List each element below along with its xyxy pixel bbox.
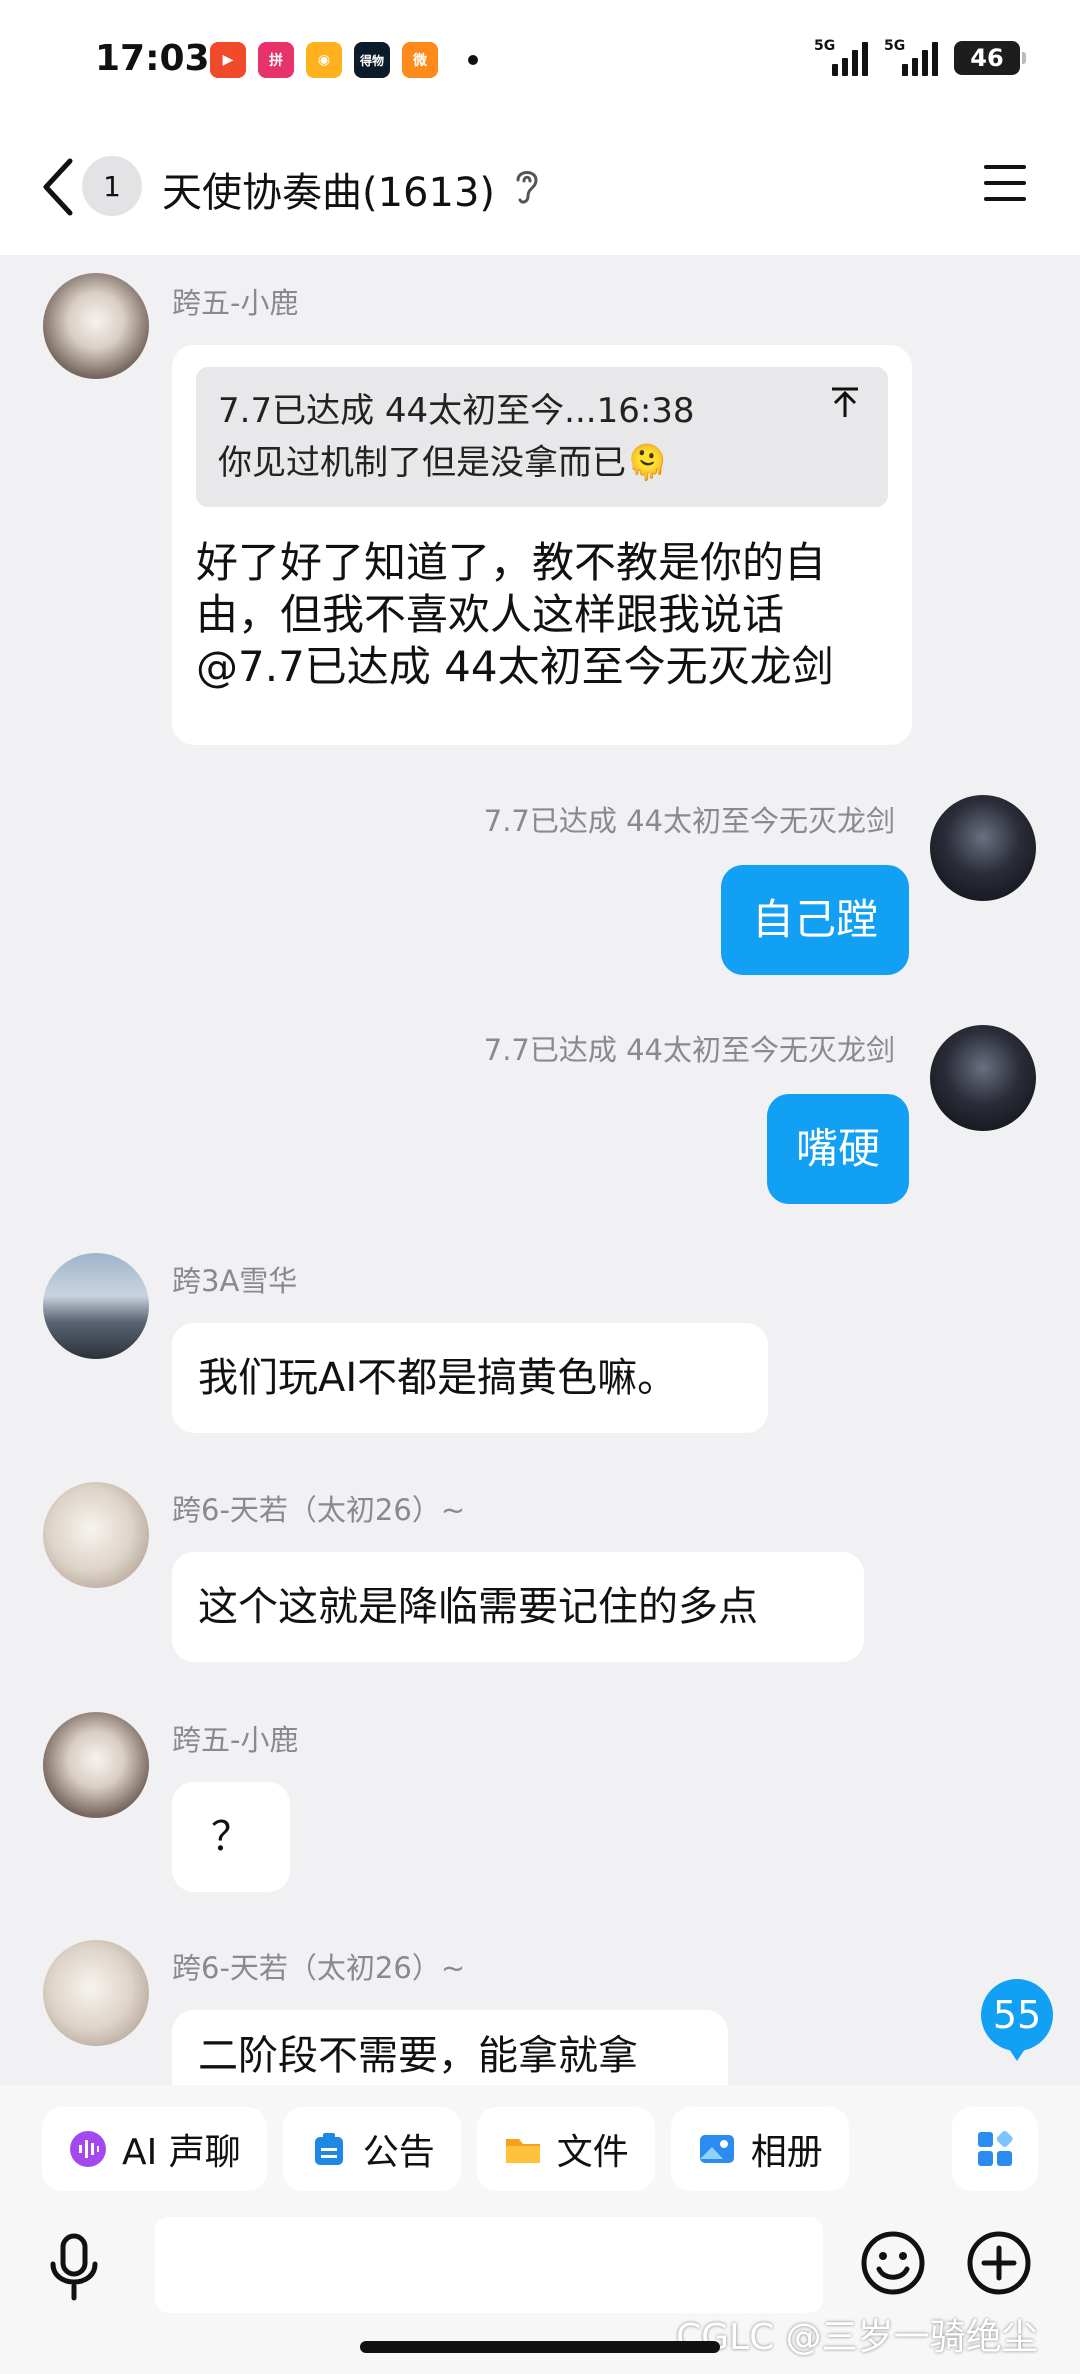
microphone-icon[interactable] xyxy=(44,2232,104,2302)
sender-name: 跨五-小鹿 xyxy=(172,1723,299,1757)
unread-count-badge[interactable]: 1 xyxy=(82,156,142,216)
files-button[interactable]: 文件 xyxy=(476,2107,655,2191)
ai-voice-icon xyxy=(70,2131,106,2167)
plus-icon[interactable] xyxy=(966,2230,1032,2296)
new-messages-badge[interactable]: 55 xyxy=(981,1979,1053,2061)
weibo-icon: 微 xyxy=(402,42,438,78)
album-button[interactable]: 相册 xyxy=(670,2107,849,2191)
more-apps-button[interactable] xyxy=(952,2107,1038,2191)
sender-name: 跨6-天若（太初26）~ xyxy=(172,1493,466,1527)
signal-1-icon: 5G xyxy=(814,38,868,76)
shop-app-icon: ◉ xyxy=(306,42,342,78)
avatar[interactable] xyxy=(43,1253,149,1359)
status-bar: 17:03 ▶ 拼 ◉ 得物 微 5G 5G 46 xyxy=(0,0,1080,120)
apps-grid-icon xyxy=(978,2131,1013,2166)
home-indicator[interactable] xyxy=(360,2341,720,2353)
announcement-icon xyxy=(314,2133,343,2165)
quoted-message[interactable]: 7.7已达成 44太初至今...16:38 你见过机制了但是没拿而已🫠 xyxy=(196,367,888,507)
signal-2-icon: 5G xyxy=(884,38,938,76)
announcement-button[interactable]: 公告 xyxy=(282,2107,461,2191)
quote-text: 你见过机制了但是没拿而已🫠 xyxy=(218,443,669,483)
pinduoduo-icon: 拼 xyxy=(258,42,294,78)
sender-name: 跨五-小鹿 xyxy=(172,286,299,320)
chat-title[interactable]: 天使协奏曲(1613) xyxy=(162,160,495,218)
chip-label: 文件 xyxy=(556,2132,629,2173)
emoji-icon[interactable] xyxy=(860,2230,926,2296)
message-input[interactable] xyxy=(155,2217,823,2313)
avatar[interactable] xyxy=(930,1025,1036,1131)
sender-name: 7.7已达成 44太初至今无灭龙剑 xyxy=(483,804,895,838)
chat-header: 1 天使协奏曲(1613) xyxy=(0,120,1080,255)
signal-area: 5G 5G 46 xyxy=(814,38,1026,76)
folder-icon xyxy=(505,2139,540,2163)
message-bubble[interactable]: ？ xyxy=(172,1782,290,1892)
message-text: 好了好了知道了，教不教是你的自 由，但我不喜欢人这样跟我说话 @7.7已达成 4… xyxy=(196,538,834,691)
sender-name: 跨6-天若（太初26）~ xyxy=(172,1951,466,1985)
message-bubble[interactable]: 嘴硬 xyxy=(767,1094,909,1204)
ear-icon xyxy=(516,171,538,204)
message-bubble[interactable]: 自己蹚 xyxy=(721,865,909,975)
message-bubble[interactable]: 这个这就是降临需要记住的多点 xyxy=(172,1552,864,1662)
avatar[interactable] xyxy=(43,1482,149,1588)
more-notifications-dot xyxy=(468,55,478,65)
battery-icon: 46 xyxy=(954,41,1026,75)
sender-name: 跨3A雪华 xyxy=(172,1264,298,1298)
video-app-icon: ▶ xyxy=(210,42,246,78)
avatar[interactable] xyxy=(43,1712,149,1818)
back-arrow-icon[interactable] xyxy=(38,155,78,219)
chip-label: 相册 xyxy=(750,2132,823,2173)
message-bubble[interactable]: 我们玩AI不都是搞黄色嘛。 xyxy=(172,1323,768,1433)
jump-to-quote-icon[interactable] xyxy=(830,385,860,419)
album-icon xyxy=(699,2135,734,2163)
ai-voice-chat-button[interactable]: AI 声聊 xyxy=(42,2107,267,2191)
avatar[interactable] xyxy=(43,1940,149,2046)
sender-name: 7.7已达成 44太初至今无灭龙剑 xyxy=(483,1033,895,1067)
avatar[interactable] xyxy=(43,273,149,379)
quick-action-chips: AI 声聊 公告 文件 相册 xyxy=(42,2107,849,2191)
menu-icon[interactable] xyxy=(982,162,1028,204)
watermark: CGLC @三岁一骑绝尘 xyxy=(676,2317,1038,2358)
status-time: 17:03 xyxy=(95,38,210,79)
quote-header: 7.7已达成 44太初至今...16:38 xyxy=(218,391,695,431)
avatar[interactable] xyxy=(930,795,1036,901)
message-bubble[interactable]: 7.7已达成 44太初至今...16:38 你见过机制了但是没拿而已🫠 好了好了… xyxy=(172,345,912,745)
dewu-icon: 得物 xyxy=(354,42,390,78)
notification-app-icons: ▶ 拼 ◉ 得物 微 xyxy=(210,42,478,78)
chip-label: 公告 xyxy=(362,2132,435,2173)
chip-label: AI 声聊 xyxy=(122,2132,241,2173)
